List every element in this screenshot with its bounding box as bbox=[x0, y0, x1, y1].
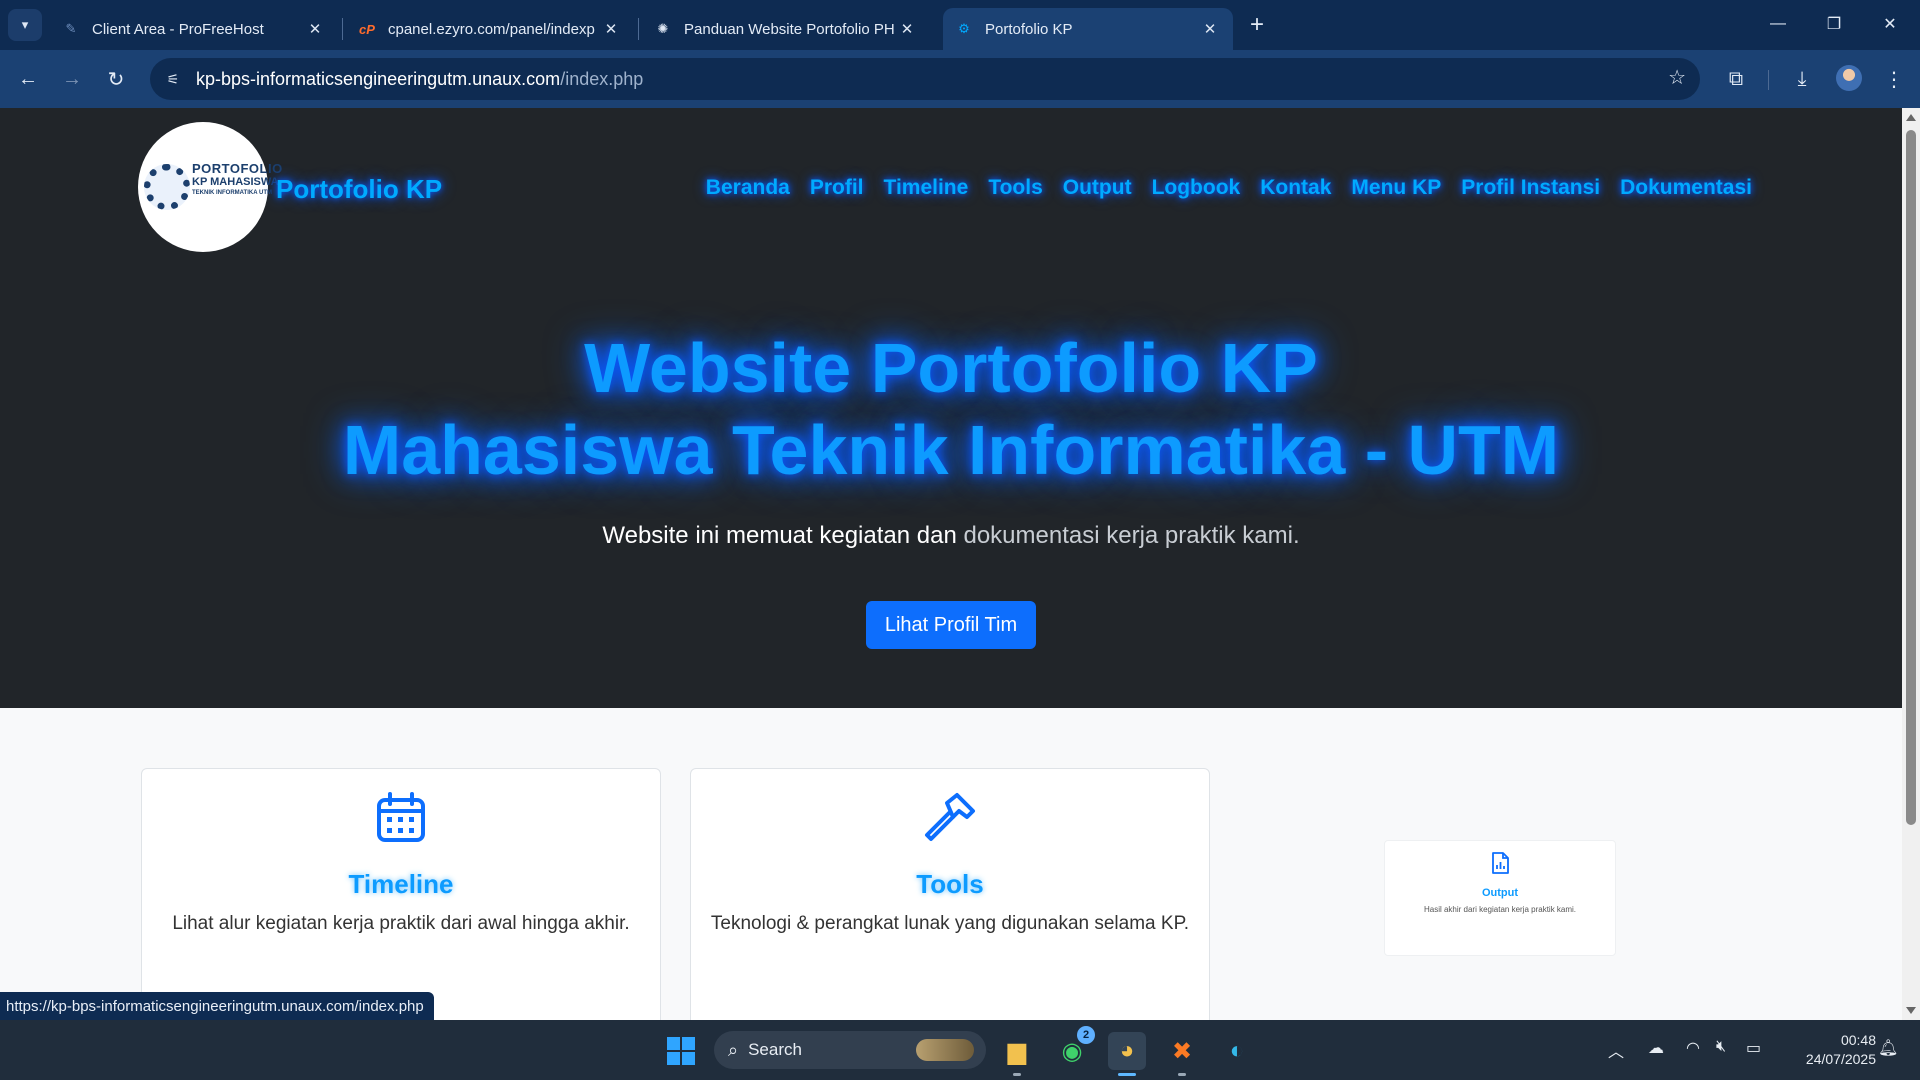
url-text[interactable]: kp-bps-informaticsengineeringutm.unaux.c… bbox=[196, 69, 643, 90]
hammer-icon bbox=[925, 793, 975, 841]
card-title: Output bbox=[1481, 887, 1519, 899]
new-tab-button[interactable]: + bbox=[1242, 10, 1272, 40]
page-scrollbar[interactable] bbox=[1902, 108, 1920, 1020]
hero-title-line2: Mahasiswa Teknik Informatika - UTM bbox=[342, 411, 1560, 489]
clock-date: 24/07/2025 bbox=[1805, 1051, 1876, 1067]
feather-icon: ✎ bbox=[65, 21, 77, 36]
wifi-icon[interactable]: ◠ bbox=[1686, 1038, 1700, 1058]
file-explorer-icon[interactable]: ▆ bbox=[998, 1032, 1036, 1076]
back-button[interactable]: ← bbox=[12, 63, 44, 95]
tab-title: Portofolio KP bbox=[985, 20, 1073, 38]
hero-subtitle: Website ini memuat kegiatan dan dokument… bbox=[602, 522, 1300, 549]
site-logo[interactable]: PORTOFOLIO KP MAHASISWA TEKNIK INFORMATI… bbox=[138, 122, 282, 252]
brand-title[interactable]: Portofolio KP bbox=[276, 174, 442, 205]
tab-portofolio-kp[interactable]: ⚙ Portofolio KP ✕ bbox=[943, 8, 1233, 50]
close-tab-icon[interactable]: ✕ bbox=[1199, 18, 1221, 40]
search-icon: ⌕ bbox=[728, 1039, 739, 1060]
card-description: Teknologi & perangkat lunak yang digunak… bbox=[710, 913, 1190, 934]
chrome-icon[interactable]: ◕ bbox=[1108, 1032, 1146, 1076]
view-team-profile-button[interactable]: Lihat Profil Tim bbox=[866, 601, 1036, 649]
tab-divider bbox=[638, 18, 639, 40]
download-icon[interactable]: ⤓ bbox=[1786, 63, 1818, 95]
openai-icon: ✺ bbox=[657, 21, 669, 36]
edge-icon[interactable]: ◐ bbox=[1218, 1032, 1256, 1070]
bookmark-star-icon[interactable]: ☆ bbox=[1668, 65, 1686, 90]
xampp-icon[interactable]: ✖ bbox=[1163, 1032, 1201, 1076]
forward-button[interactable]: → bbox=[56, 63, 88, 95]
profile-avatar[interactable] bbox=[1836, 65, 1862, 91]
browser-toolbar: ← → ↻ ⚟ kp-bps-informaticsengineeringutm… bbox=[0, 50, 1920, 108]
windows-start-icon[interactable] bbox=[667, 1037, 695, 1065]
show-hidden-icons-chevron-icon[interactable]: ︿ bbox=[1608, 1038, 1624, 1062]
card-title: Tools bbox=[916, 869, 984, 899]
close-window-button[interactable]: ✕ bbox=[1862, 0, 1918, 48]
gear-logo-icon bbox=[144, 164, 190, 210]
card-description: Lihat alur kegiatan kerja praktik dari a… bbox=[172, 913, 630, 934]
logo-text: PORTOFOLIO KP MAHASISWA TEKNIK INFORMATI… bbox=[192, 161, 283, 196]
page-viewport: PORTOFOLIO KP MAHASISWA TEKNIK INFORMATI… bbox=[0, 108, 1902, 1020]
address-bar[interactable]: ⚟ kp-bps-informaticsengineeringutm.unaux… bbox=[150, 58, 1700, 100]
tab-divider bbox=[342, 18, 343, 40]
hero-title-line1: Website Portofolio KP bbox=[584, 329, 1318, 407]
tab-search-button[interactable]: ▾ bbox=[8, 9, 42, 41]
close-tab-icon[interactable]: ✕ bbox=[896, 18, 918, 40]
nav-kontak[interactable]: Kontak bbox=[1260, 176, 1331, 200]
nav-tools[interactable]: Tools bbox=[988, 176, 1042, 200]
tab-panduan[interactable]: ✺ Panduan Website Portofolio PH ✕ bbox=[642, 8, 930, 50]
close-tab-icon[interactable]: ✕ bbox=[304, 18, 326, 40]
search-highlight-image bbox=[916, 1039, 974, 1061]
windows-taskbar: ⌕ Search ▆ ◉ 2 ◕ ✖ ◐ ︿ ☁ ◠ 🔇︎ ▭ 00:48 24/… bbox=[0, 1020, 1920, 1080]
chart-file-icon bbox=[1492, 852, 1509, 874]
browser-menu-icon[interactable]: ⋮ bbox=[1878, 63, 1910, 95]
tab-client-area[interactable]: ✎ Client Area - ProFreeHost ✕ bbox=[50, 8, 338, 50]
tab-cpanel[interactable]: cP cpanel.ezyro.com/panel/indexp ✕ bbox=[346, 8, 634, 50]
speaker-muted-icon[interactable]: 🔇︎ bbox=[1716, 1038, 1726, 1056]
search-placeholder: Search bbox=[748, 1040, 802, 1059]
scrollbar-thumb[interactable] bbox=[1906, 130, 1916, 825]
close-tab-icon[interactable]: ✕ bbox=[600, 18, 622, 40]
whatsapp-icon[interactable]: ◉ 2 bbox=[1053, 1026, 1095, 1070]
tab-title: Panduan Website Portofolio PH bbox=[684, 20, 895, 38]
link-status-bubble: https://kp-bps-informaticsengineeringutm… bbox=[0, 992, 434, 1020]
reload-button[interactable]: ↻ bbox=[100, 63, 132, 95]
card-description: Hasil akhir dari kegiatan kerja praktik … bbox=[1423, 905, 1577, 914]
tab-title: Client Area - ProFreeHost bbox=[92, 20, 264, 38]
cpanel-icon: cP bbox=[359, 21, 375, 37]
nav-timeline[interactable]: Timeline bbox=[884, 176, 969, 200]
tab-title: cpanel.ezyro.com/panel/indexp bbox=[388, 20, 595, 38]
card-title: Timeline bbox=[348, 869, 454, 899]
nav-logbook[interactable]: Logbook bbox=[1152, 176, 1241, 200]
toolbar-divider bbox=[1768, 70, 1769, 90]
card-output[interactable]: Output Hasil akhir dari kegiatan kerja p… bbox=[1384, 840, 1616, 956]
taskbar-search-box[interactable]: ⌕ Search bbox=[714, 1031, 986, 1069]
hero-section: PORTOFOLIO KP MAHASISWA TEKNIK INFORMATI… bbox=[0, 108, 1902, 708]
scroll-down-arrow-icon[interactable] bbox=[1906, 1007, 1916, 1014]
notification-badge: 2 bbox=[1077, 1026, 1095, 1044]
clock-time: 00:48 bbox=[1840, 1032, 1876, 1048]
nav-dokumentasi[interactable]: Dokumentasi bbox=[1620, 176, 1752, 200]
onedrive-cloud-icon[interactable]: ☁ bbox=[1648, 1038, 1664, 1058]
system-clock[interactable]: 00:48 24/07/2025 bbox=[1786, 1031, 1876, 1069]
nav-profil[interactable]: Profil bbox=[810, 176, 864, 200]
notification-bell-icon[interactable]: 🔔︎ bbox=[1878, 1038, 1898, 1058]
restore-button[interactable]: ❐ bbox=[1806, 0, 1862, 48]
nav-output[interactable]: Output bbox=[1063, 176, 1132, 200]
scroll-up-arrow-icon[interactable] bbox=[1906, 114, 1916, 121]
page-favicon: ⚙ bbox=[958, 21, 970, 36]
card-tools[interactable]: Tools Teknologi & perangkat lunak yang d… bbox=[690, 768, 1210, 1020]
minimize-button[interactable]: — bbox=[1750, 0, 1806, 48]
extensions-icon[interactable]: ⧉ bbox=[1720, 63, 1752, 95]
site-info-icon[interactable]: ⚟ bbox=[158, 64, 188, 94]
card-timeline[interactable]: Timeline Lihat alur kegiatan kerja prakt… bbox=[141, 768, 661, 1020]
nav-profil-instansi[interactable]: Profil Instansi bbox=[1461, 176, 1600, 200]
battery-icon[interactable]: ▭ bbox=[1746, 1038, 1761, 1058]
browser-tab-bar: ▾ ✎ Client Area - ProFreeHost ✕ cP cpane… bbox=[0, 0, 1920, 50]
nav-menu-kp[interactable]: Menu KP bbox=[1351, 176, 1441, 200]
nav-beranda[interactable]: Beranda bbox=[706, 176, 790, 200]
main-nav: Beranda Profil Timeline Tools Output Log… bbox=[706, 176, 1752, 200]
calendar-icon bbox=[377, 792, 425, 842]
